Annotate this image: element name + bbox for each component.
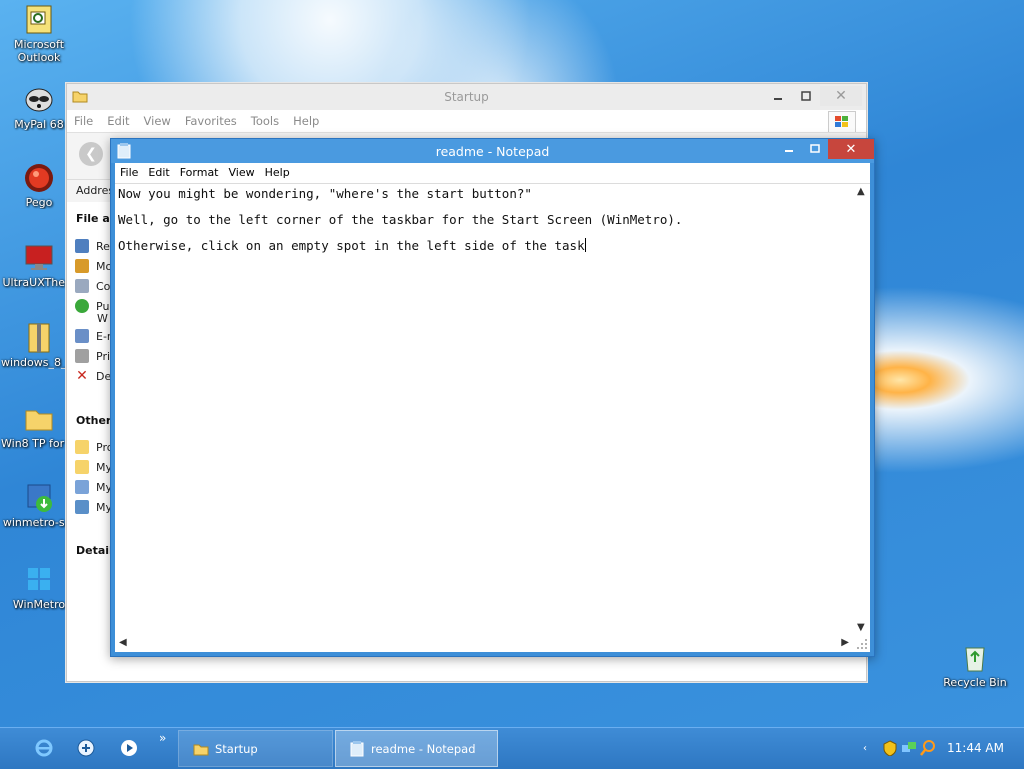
vertical-scrollbar[interactable]: ▲ ▼ (853, 184, 870, 635)
scroll-down-icon[interactable]: ▼ (857, 622, 865, 633)
desktop-wallpaper: Microsoft Outlook MyPal 68 Pego UltraUXT… (0, 0, 1024, 727)
address-label: Addres (76, 184, 115, 197)
resize-grip-icon (857, 639, 867, 649)
installer-icon (23, 482, 55, 514)
back-arrow-icon: ❮ (85, 146, 97, 162)
quicklaunch-show-desktop[interactable] (75, 737, 97, 759)
ultraux-icon (23, 242, 55, 274)
scroll-left-icon[interactable]: ◀ (119, 637, 127, 648)
maximize-icon (810, 144, 820, 153)
notepad-title: readme - Notepad (435, 144, 550, 159)
scroll-right-icon[interactable]: ▶ (841, 637, 849, 648)
delete-icon: ✕ (76, 368, 88, 384)
media-player-icon (121, 740, 137, 756)
pego-icon (23, 162, 55, 194)
show-desktop-icon (77, 739, 95, 757)
tray-expand-arrow[interactable]: ‹ (863, 743, 867, 754)
rename-icon (75, 239, 89, 253)
email-icon (75, 329, 89, 343)
windows-flag-icon (828, 111, 856, 133)
back-button[interactable]: ❮ (79, 142, 103, 166)
quicklaunch-ie[interactable] (33, 737, 55, 759)
minimize-button[interactable] (776, 139, 802, 159)
outlook-icon (23, 4, 55, 36)
menu-favorites[interactable]: Favorites (178, 110, 244, 128)
task-print[interactable]: Pri (75, 349, 110, 363)
close-button[interactable]: ✕ (828, 139, 874, 159)
menu-help[interactable]: Help (286, 110, 326, 128)
search-icon[interactable] (920, 740, 936, 759)
mypal-icon (23, 84, 55, 116)
scroll-up-icon[interactable]: ▲ (857, 186, 865, 197)
minimize-icon (785, 150, 793, 152)
menu-view[interactable]: View (137, 110, 178, 128)
computer-icon (75, 480, 89, 494)
notepad-icon (350, 740, 364, 756)
place-item-1[interactable]: Pro (75, 440, 113, 454)
explorer-task-pane: File an Re Mo Co Pu W E-r Pri ✕ De Other … (67, 202, 119, 681)
folder-icon (75, 440, 89, 454)
folder-icon (23, 403, 55, 435)
task-rename[interactable]: Re (75, 239, 110, 253)
desktop-icon-outlook[interactable]: Microsoft Outlook (1, 4, 77, 64)
folder-icon (193, 744, 209, 755)
copy-icon (75, 279, 89, 293)
maximize-button[interactable] (792, 86, 820, 106)
explorer-menubar: File Edit View Favorites Tools Help (67, 110, 866, 133)
network-icon (75, 500, 89, 514)
menu-edit[interactable]: Edit (100, 110, 136, 128)
quicklaunch-media-player[interactable] (118, 737, 140, 759)
taskbar-button-startup[interactable]: Startup (178, 730, 333, 767)
close-icon: ✕ (835, 88, 847, 104)
task-delete[interactable]: ✕ De (75, 369, 111, 383)
notepad-window[interactable]: readme - Notepad ✕ File Edit Format View Hel… (110, 138, 875, 657)
winmetro-icon (23, 564, 55, 596)
printer-icon (75, 349, 89, 363)
task-email[interactable]: E-r (75, 329, 111, 343)
menu-file[interactable]: File (67, 110, 100, 128)
recycle-bin-icon (959, 642, 991, 674)
menu-format[interactable]: Format (175, 163, 224, 179)
minimize-button[interactable] (764, 86, 792, 106)
horizontal-scrollbar[interactable]: ◀ ▶ (115, 635, 853, 652)
quicklaunch-overflow-chevron[interactable]: » (159, 731, 166, 745)
task-move[interactable]: Mo (75, 259, 112, 273)
text-line-3: Otherwise, click on an empty spot in the… (118, 238, 586, 253)
menu-tools[interactable]: Tools (244, 110, 286, 128)
text-caret (584, 238, 586, 252)
menu-file[interactable]: File (115, 163, 143, 179)
close-button[interactable]: ✕ (820, 86, 862, 106)
move-icon (75, 259, 89, 273)
task-publish[interactable]: Pu (75, 299, 109, 313)
network-icon[interactable] (901, 740, 917, 759)
taskbar-button-notepad[interactable]: readme - Notepad (335, 730, 498, 767)
notepad-menubar: File Edit Format View Help (115, 163, 870, 183)
explorer-title: Startup (444, 90, 489, 104)
defender-shield-icon[interactable] (883, 740, 897, 759)
place-item-2[interactable]: My (75, 460, 112, 474)
explorer-titlebar[interactable]: Startup ✕ (67, 84, 866, 110)
menu-view[interactable]: View (224, 163, 260, 179)
publish-icon (75, 299, 89, 313)
desktop-icon-recycle-bin[interactable]: Recycle Bin (937, 642, 1013, 689)
text-line-1: Now you might be wondering, "where's the… (118, 186, 532, 201)
task-copy[interactable]: Co (75, 279, 110, 293)
close-icon: ✕ (845, 141, 857, 157)
menu-edit[interactable]: Edit (143, 163, 174, 179)
taskbar: » Startup readme - Notepad ‹ 11:44 AM (0, 727, 1024, 769)
notepad-titlebar[interactable]: readme - Notepad ✕ (111, 139, 874, 163)
folder-icon (75, 460, 89, 474)
internet-explorer-icon (35, 739, 53, 757)
menu-help[interactable]: Help (260, 163, 295, 179)
maximize-button[interactable] (802, 139, 828, 159)
notepad-text-area[interactable]: Now you might be wondering, "where's the… (115, 183, 870, 652)
text-line-2: Well, go to the left corner of the taskb… (118, 212, 683, 227)
place-item-3[interactable]: My (75, 480, 112, 494)
zip-folder-icon (23, 322, 55, 354)
place-item-4[interactable]: My (75, 500, 112, 514)
clock[interactable]: 11:44 AM (947, 741, 1004, 755)
resize-grip[interactable] (853, 635, 870, 652)
